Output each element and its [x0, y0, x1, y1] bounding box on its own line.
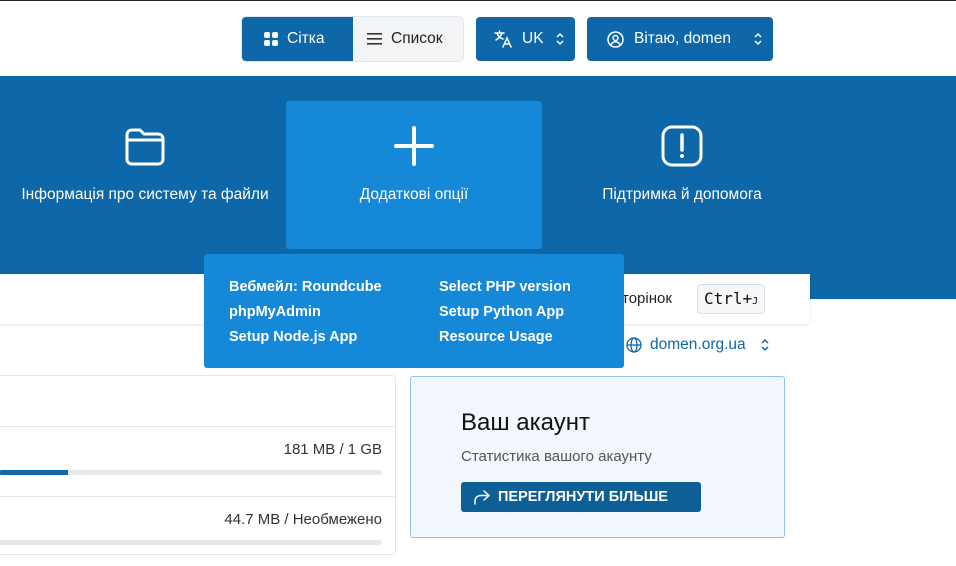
menu-item-roundcube[interactable]: Вебмейл: Roundcube [229, 279, 382, 295]
list-view-button[interactable]: Список [353, 17, 463, 61]
menu-item-phpmyadmin[interactable]: phpMyAdmin [229, 304, 321, 320]
domain-name: domen.org.ua [650, 336, 746, 353]
language-label: UK [522, 30, 544, 47]
account-title: Ваш акаунт [461, 409, 590, 436]
tile-support[interactable]: Підтримка й допомога [554, 101, 810, 249]
nav-band-extension [810, 274, 956, 299]
globe-icon [626, 337, 642, 353]
shortcut-label: Ctrl+ [704, 289, 753, 308]
list-icon [367, 33, 382, 45]
chevron-updown-icon [761, 338, 769, 352]
account-card: Ваш акаунт Статистика вашого акаунту ПЕР… [410, 376, 785, 538]
keyboard-shortcut-badge: Ctrl+J [697, 284, 766, 314]
menu-item-php-version[interactable]: Select PHP version [439, 279, 571, 295]
translate-icon [494, 30, 512, 48]
alert-icon [661, 125, 703, 167]
top-bar: Сітка Список UK Вітаю, domen [0, 0, 956, 76]
usage-row-disk: 181 MB / 1 GB [0, 426, 395, 496]
usage-row-bandwidth: 44.7 MB / Необмежено [0, 496, 395, 566]
usage-card: 181 MB / 1 GB 44.7 MB / Необмежено [0, 375, 396, 555]
chevron-updown-icon [754, 32, 762, 46]
menu-item-resource-usage[interactable]: Resource Usage [439, 329, 553, 345]
view-more-button[interactable]: ПЕРЕГЛЯНУТИ БІЛЬШЕ [461, 482, 701, 512]
usage-value: 44.7 MB / Необмежено [224, 511, 382, 528]
usage-progress-bar [0, 470, 382, 475]
view-more-label: ПЕРЕГЛЯНУТИ БІЛЬШЕ [498, 489, 668, 505]
tile-system-info[interactable]: Інформація про систему та файли [17, 101, 273, 249]
language-select[interactable]: UK [476, 17, 575, 61]
usage-progress-fill [0, 470, 68, 475]
user-circle-icon [607, 30, 624, 48]
grid-icon [264, 32, 278, 46]
additional-options-dropdown: Вебмейл: Roundcube phpMyAdmin Setup Node… [204, 254, 624, 368]
tile-support-label: Підтримка й допомога [602, 186, 762, 203]
grid-view-button[interactable]: Сітка [242, 17, 353, 61]
search-placeholder: торінок [622, 290, 672, 307]
domain-selector[interactable]: domen.org.ua [626, 336, 770, 354]
usage-value: 181 MB / 1 GB [283, 441, 382, 458]
tile-additional-options[interactable]: Додаткові опції [286, 101, 542, 249]
list-view-label: Список [391, 30, 443, 47]
shortcut-key: J [752, 296, 759, 307]
chevron-updown-icon [556, 32, 564, 46]
share-arrow-icon [474, 489, 490, 505]
user-menu-button[interactable]: Вітаю, domen [587, 17, 773, 61]
user-greeting: Вітаю, domen [634, 30, 731, 47]
tile-system-info-label: Інформація про систему та файли [21, 186, 269, 203]
menu-item-python-app[interactable]: Setup Python App [439, 304, 564, 320]
grid-view-label: Сітка [287, 30, 325, 47]
folder-icon [125, 128, 165, 166]
menu-item-nodejs[interactable]: Setup Node.js App [229, 329, 357, 345]
view-toggle: Сітка Список [242, 17, 463, 61]
plus-icon [394, 126, 434, 166]
tile-additional-options-label: Додаткові опції [359, 186, 469, 203]
account-subtitle: Статистика вашого акаунту [461, 448, 652, 465]
